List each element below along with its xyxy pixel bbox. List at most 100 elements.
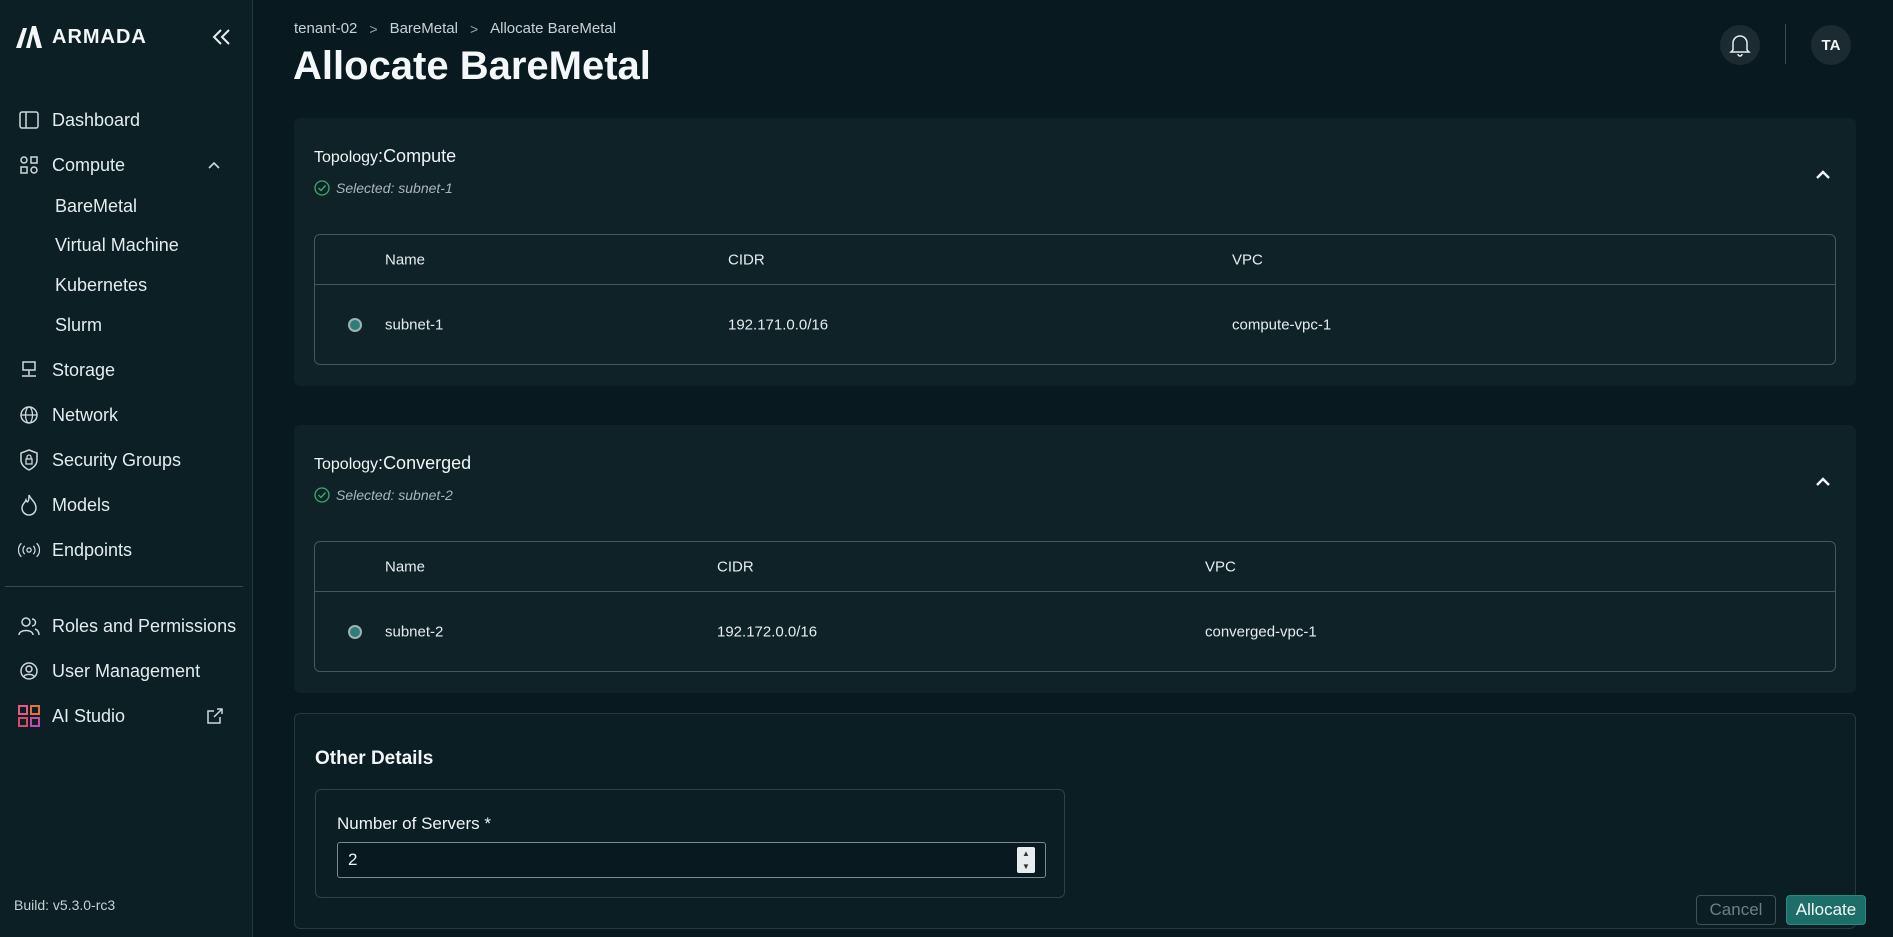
table-header: Name CIDR VPC <box>315 542 1835 592</box>
sidebar-item-compute[interactable]: Compute <box>18 150 240 180</box>
servers-label: Number of Servers * <box>337 814 491 833</box>
logo[interactable]: ARMADA <box>14 24 147 50</box>
sidebar-item-label: Network <box>52 404 119 425</box>
subnet-cidr: 192.172.0.0/16 <box>717 623 818 641</box>
sidebar-item-label: Endpoints <box>52 539 133 560</box>
allocate-button[interactable]: Allocate <box>1786 895 1866 925</box>
column-header-vpc: VPC <box>1205 558 1236 575</box>
subnet-vpc: compute-vpc-1 <box>1232 316 1332 334</box>
collapse-card-button[interactable] <box>1812 164 1834 186</box>
selected-text: Selected: subnet-2 <box>336 487 453 503</box>
dashboard-icon <box>18 109 40 131</box>
sidebar-item-storage[interactable]: Storage <box>18 355 240 385</box>
sidebar-item-user-management[interactable]: User Management <box>18 656 240 686</box>
subnet-table: Name CIDR VPC subnet-2 192.172.0.0/16 co… <box>314 541 1836 672</box>
column-header-cidr: CIDR <box>728 251 765 268</box>
sidebar-item-ai-studio[interactable]: AI Studio <box>18 701 240 731</box>
sidebar-subitem-kubernetes[interactable]: Kubernetes <box>55 271 147 299</box>
servers-input[interactable]: 2 ▲ ▼ <box>337 842 1046 878</box>
collapse-card-button[interactable] <box>1812 471 1834 493</box>
other-details-card: Other Details Number of Servers * 2 ▲ ▼ <box>294 713 1856 929</box>
brand-name: ARMADA <box>52 25 147 48</box>
increment-icon[interactable]: ▲ <box>1017 847 1035 860</box>
topology-title: Topology:Converged <box>314 453 472 473</box>
table-row[interactable]: subnet-2 192.172.0.0/16 converged-vpc-1 <box>315 592 1835 672</box>
subnet-table: Name CIDR VPC subnet-1 192.171.0.0/16 co… <box>314 234 1836 365</box>
subnet-name: subnet-1 <box>385 316 444 334</box>
topology-key: Topology <box>314 456 379 473</box>
servers-stepper[interactable]: ▲ ▼ <box>1017 847 1035 873</box>
subnet-vpc: converged-vpc-1 <box>1205 623 1317 641</box>
check-circle-icon <box>314 180 330 196</box>
storage-icon <box>18 359 40 381</box>
chevron-right-icon: > <box>369 20 378 37</box>
sidebar-divider <box>5 586 243 587</box>
breadcrumb-item-tenant[interactable]: tenant-02 <box>294 20 357 37</box>
sidebar-item-models[interactable]: Models <box>18 490 240 520</box>
subnet-cidr: 192.171.0.0/16 <box>728 316 829 334</box>
column-header-name: Name <box>385 251 426 268</box>
topology-card-converged: Topology:Converged Selected: subnet-2 Na… <box>294 425 1856 693</box>
breadcrumb: tenant-02 > BareMetal > Allocate BareMet… <box>294 20 616 37</box>
sidebar-item-network[interactable]: Network <box>18 400 240 430</box>
double-chevron-left-icon <box>212 29 230 45</box>
topology-name: Compute <box>383 146 457 166</box>
page-title: Allocate BareMetal <box>293 44 651 88</box>
flame-icon <box>18 494 40 516</box>
sidebar-item-label: Security Groups <box>52 449 182 470</box>
chevron-right-icon: > <box>469 20 479 37</box>
selected-indicator: Selected: subnet-2 <box>314 487 453 503</box>
topology-key: Topology <box>314 149 379 166</box>
sidebar-item-label: Models <box>52 494 111 515</box>
breadcrumb-item-current: Allocate BareMetal <box>490 20 617 37</box>
topology-name: Converged <box>383 453 472 473</box>
grid-icon <box>18 705 40 727</box>
subnet-name: subnet-2 <box>385 623 444 641</box>
sidebar-item-label: User Management <box>52 660 201 681</box>
sidebar: ARMADA Dashboard Compute BareMetal Virtu… <box>0 0 253 937</box>
sidebar-subitem-virtual-machine[interactable]: Virtual Machine <box>55 231 179 259</box>
breadcrumb-item-baremetal[interactable]: BareMetal <box>390 20 458 37</box>
header-divider <box>1785 24 1786 64</box>
other-details-title: Other Details <box>315 748 434 769</box>
avatar[interactable]: TA <box>1811 25 1851 65</box>
collapse-sidebar-button[interactable] <box>208 24 236 50</box>
sidebar-item-label: Roles and Permissions <box>52 615 237 636</box>
sidebar-item-label: Storage <box>52 359 116 380</box>
selected-indicator: Selected: subnet-1 <box>314 180 453 196</box>
sidebar-item-endpoints[interactable]: Endpoints <box>18 535 240 565</box>
subnet-radio[interactable] <box>348 625 362 639</box>
external-link-icon <box>207 708 223 724</box>
topology-title: Topology:Compute <box>314 146 457 166</box>
servers-field-group: Number of Servers * 2 ▲ ▼ <box>315 789 1065 898</box>
check-circle-icon <box>314 487 330 503</box>
topology-card-compute: Topology:Compute Selected: subnet-1 Name… <box>294 118 1856 386</box>
notifications-button[interactable] <box>1720 25 1760 65</box>
sidebar-subitem-slurm[interactable]: Slurm <box>55 311 102 339</box>
selected-text: Selected: subnet-1 <box>336 180 453 196</box>
sidebar-item-security-groups[interactable]: Security Groups <box>18 445 240 475</box>
sidebar-subitem-baremetal[interactable]: BareMetal <box>55 192 137 220</box>
shield-lock-icon <box>18 449 40 471</box>
globe-icon <box>18 404 40 426</box>
build-version: Build: v5.3.0-rc3 <box>14 897 116 913</box>
bell-icon <box>1729 35 1751 57</box>
sidebar-item-dashboard[interactable]: Dashboard <box>18 105 240 135</box>
sidebar-item-label: Dashboard <box>52 109 141 130</box>
sidebar-item-roles-and-permissions[interactable]: Roles and Permissions <box>18 611 240 641</box>
sidebar-item-label: AI Studio <box>52 705 126 726</box>
column-header-vpc: VPC <box>1232 251 1263 268</box>
column-header-name: Name <box>385 558 426 575</box>
subnet-radio[interactable] <box>348 318 362 332</box>
table-header: Name CIDR VPC <box>315 235 1835 285</box>
armada-logo-icon <box>16 26 42 48</box>
servers-value: 2 <box>348 850 358 869</box>
chevron-up-icon <box>208 161 220 169</box>
chevron-up-icon <box>1816 477 1830 486</box>
chevron-up-icon <box>1816 170 1830 179</box>
table-row[interactable]: subnet-1 192.171.0.0/16 compute-vpc-1 <box>315 285 1835 365</box>
cancel-button[interactable]: Cancel <box>1696 895 1776 925</box>
decrement-icon[interactable]: ▼ <box>1017 860 1035 873</box>
compute-icon <box>18 154 40 176</box>
sidebar-item-label: Compute <box>52 154 126 175</box>
